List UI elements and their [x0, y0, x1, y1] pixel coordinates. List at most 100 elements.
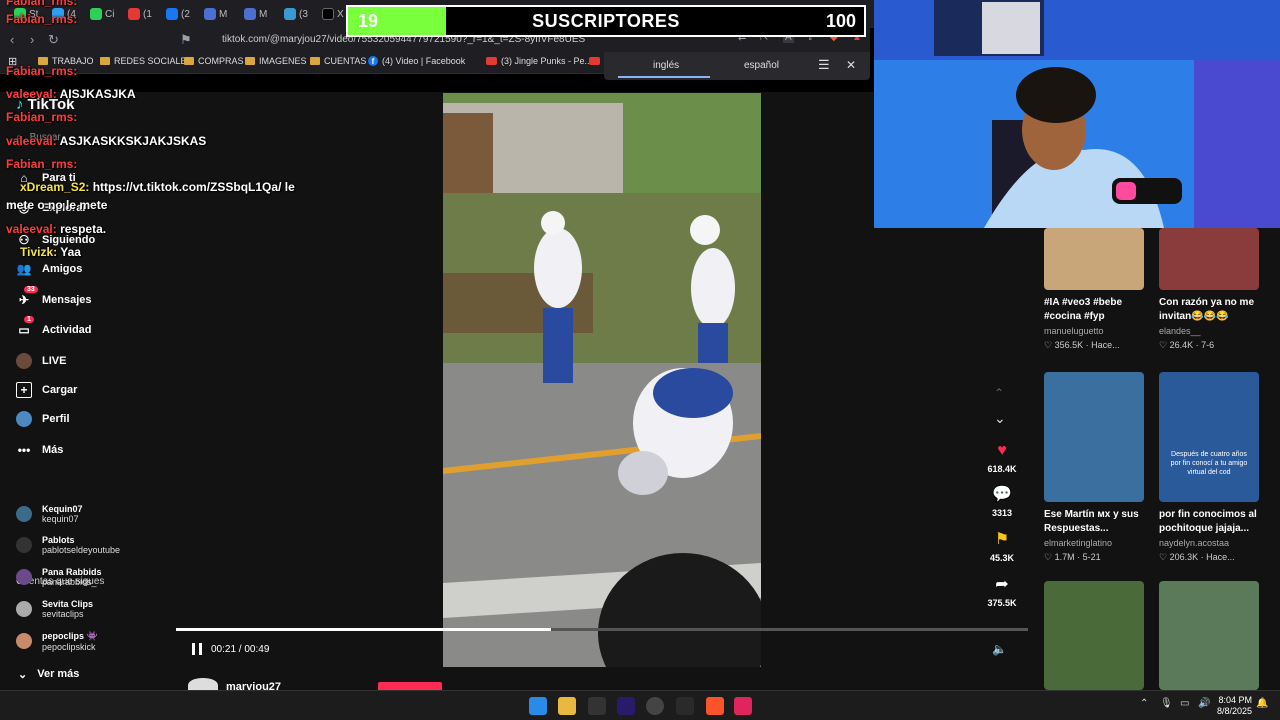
video-thumbnail: [1159, 228, 1259, 290]
heart-outline-icon: ♡: [1044, 340, 1055, 350]
back-arrow-icon[interactable]: ‹: [10, 32, 14, 47]
friends-icon: 👥: [16, 262, 32, 276]
goal-target: 100: [825, 11, 856, 31]
network-icon[interactable]: ▭: [1180, 698, 1189, 709]
followed-account[interactable]: Sevita Clips sevitaclips: [16, 599, 93, 619]
bookmark-folder[interactable]: REDES SOCIALES: [100, 56, 193, 66]
video-progress-bar[interactable]: [176, 628, 1028, 631]
chat-message: Fabian_rms:: [6, 0, 78, 8]
volume-icon[interactable]: 🔈: [992, 642, 1007, 656]
like-count: ♡ 206.3K · Hace...: [1159, 552, 1235, 562]
like-count: ♡ 356.5K · Hace...: [1044, 340, 1120, 350]
file-explorer-icon[interactable]: [558, 697, 576, 715]
bookmark-link[interactable]: (3) Jingle Punks - Pe...: [486, 56, 592, 66]
browser-tab[interactable]: (2: [166, 4, 190, 24]
webcam-overlay: [874, 0, 1280, 228]
reload-icon[interactable]: ↻: [48, 32, 59, 48]
tab-favicon-icon: [128, 8, 140, 20]
avatar: [16, 601, 32, 617]
heart-outline-icon: ♡: [1159, 340, 1170, 350]
related-video-card[interactable]: #IA #veo3 #bebe #cocina #fyp manueluguet…: [1044, 228, 1144, 351]
scroll-up-icon[interactable]: ⌃: [994, 386, 1004, 400]
speaker-icon[interactable]: 🔊: [1198, 698, 1210, 709]
app-icon[interactable]: [676, 697, 694, 715]
scroll-down-icon[interactable]: ⌄: [994, 410, 1006, 427]
browser-tab[interactable]: (1: [128, 4, 152, 24]
save-button[interactable]: ⚑ 45.3K: [982, 529, 1022, 563]
upload-icon: +: [16, 382, 32, 398]
followed-account[interactable]: pepoclips 👾 pepoclipskick: [16, 631, 98, 652]
heart-outline-icon: ♡: [1159, 552, 1170, 562]
followed-account[interactable]: Kequin07 kequin07: [16, 504, 83, 524]
tab-favicon-icon: [284, 8, 296, 20]
browser-tab[interactable]: Ci: [90, 4, 114, 24]
related-video-card[interactable]: Con razón ya no me invitan😂😂😂 elandes__ …: [1159, 228, 1259, 351]
active-tab-indicator: [618, 76, 710, 78]
chat-message: xDream_S2: https://vt.tiktok.com/ZSSbqL1…: [20, 180, 295, 194]
related-video-card[interactable]: Ese Martín ᴍx y sus Respuestas... elmark…: [1044, 372, 1144, 563]
chat-message: Fabian_rms:: [6, 12, 78, 26]
video-thumbnail: Después de cuatro años por fin conocí a …: [1159, 372, 1259, 502]
forward-arrow-icon[interactable]: ›: [30, 32, 34, 47]
translate-popup: inglés español ☰ ✕: [604, 52, 870, 80]
epic-games-icon[interactable]: [588, 697, 606, 715]
related-video-card[interactable]: Después de cuatro años por fin conocí a …: [1159, 372, 1259, 563]
messages-badge: 33: [24, 286, 38, 293]
activity-icon: ▭ 1: [16, 316, 34, 338]
like-button[interactable]: ♥ 618.4K: [982, 442, 1022, 474]
video-thumbnail: [1044, 581, 1144, 690]
followed-account[interactable]: Pana Rabbids panarabbids_: [16, 567, 102, 587]
see-more-link[interactable]: ⌄ Ver más: [18, 668, 79, 681]
share-button[interactable]: ➦ 375.5K: [982, 574, 1022, 608]
chat-message: Tivizk: Yaa: [20, 245, 81, 259]
avatar: [16, 633, 32, 649]
tab-favicon-icon: [90, 8, 102, 20]
comment-button[interactable]: 💬 3313: [982, 484, 1022, 518]
nav-item-perfil[interactable]: Perfil: [16, 411, 70, 427]
browser-tab[interactable]: (3: [284, 4, 308, 24]
chat-message: Fabian_rms:: [6, 110, 78, 124]
obs-icon[interactable]: [646, 697, 664, 715]
folder-icon: [100, 57, 110, 65]
nav-item-mas[interactable]: ••• Más: [16, 442, 64, 458]
nav-item-mensajes[interactable]: ✈ 33 Mensajes: [16, 286, 92, 308]
bookmark-folder[interactable]: CUENTAS: [310, 56, 366, 66]
nav-item-cargar[interactable]: + Cargar: [16, 382, 77, 398]
related-video-card[interactable]: [1044, 581, 1144, 690]
tray-chevron-icon[interactable]: ⌃: [1140, 698, 1148, 709]
nav-item-amigos[interactable]: 👥 Amigos: [16, 261, 83, 277]
notification-bell-icon[interactable]: 🔔: [1256, 698, 1268, 709]
chat-message: valeeval: respeta.: [6, 222, 107, 236]
browser-tab[interactable]: M: [204, 4, 227, 24]
bookmark-folder[interactable]: COMPRAS: [184, 56, 244, 66]
nav-item-actividad[interactable]: ▭ 1 Actividad: [16, 316, 92, 338]
bookmark-link[interactable]: f (4) Video | Facebook: [368, 56, 465, 66]
translate-tab-spanish[interactable]: español: [744, 60, 779, 71]
activity-badge: 1: [24, 316, 34, 323]
premiere-pro-icon[interactable]: [617, 697, 635, 715]
nav-item-live[interactable]: LIVE: [16, 353, 66, 369]
menu-icon[interactable]: ☰: [818, 57, 830, 73]
tiktok-app-icon[interactable]: [734, 697, 752, 715]
x-logo-icon: [322, 8, 334, 20]
like-count: ♡ 26.4K · 7-6: [1159, 340, 1215, 350]
follow-button[interactable]: [378, 682, 442, 690]
video-frame[interactable]: [443, 93, 761, 667]
related-video-card[interactable]: [1159, 581, 1259, 690]
windows-taskbar: ⌃ 🎙 ▭ 🔊 8:04 PM 8/8/2025 🔔: [0, 690, 1280, 720]
system-clock[interactable]: 8:04 PM 8/8/2025: [1217, 695, 1252, 717]
pause-button[interactable]: [190, 642, 204, 656]
chat-message: Fabian_rms:: [6, 157, 78, 171]
bookmark-folder[interactable]: IMAGENES: [245, 56, 307, 66]
browser-tab[interactable]: X: [322, 4, 344, 24]
windows-start-icon[interactable]: [529, 697, 547, 715]
video-progress-fill: [176, 628, 551, 631]
followed-account[interactable]: Pablots pablotseldeyoutube: [16, 535, 120, 555]
browser-tab[interactable]: M: [244, 4, 267, 24]
brave-browser-icon[interactable]: [706, 697, 724, 715]
translate-tab-english[interactable]: inglés: [653, 60, 679, 71]
folder-icon: [245, 57, 255, 65]
close-icon[interactable]: ✕: [846, 58, 856, 72]
microphone-icon[interactable]: 🎙: [1160, 698, 1173, 709]
bookmark-icon[interactable]: ⚑: [180, 32, 192, 48]
